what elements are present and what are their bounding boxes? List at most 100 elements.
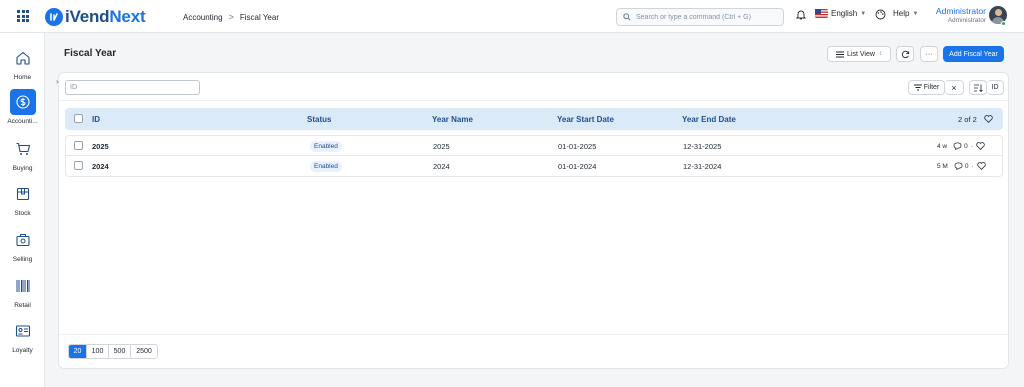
cell-id[interactable]: 2025: [92, 142, 109, 151]
cell-end-date: 12-31-2025: [683, 142, 722, 151]
select-all-checkbox[interactable]: [74, 114, 83, 123]
column-header-year-end-date[interactable]: Year End Date: [682, 115, 736, 124]
help-label: Help: [893, 9, 910, 18]
table-row[interactable]: 2024 Enabled 2024 01-01-2024 12-31-2024 …: [65, 156, 1003, 177]
breadcrumb-current[interactable]: Fiscal Year: [240, 13, 279, 22]
sidebar-item-stock[interactable]: Stock: [0, 181, 45, 217]
footer-divider: [59, 334, 1008, 335]
top-navbar: iVendNext Accounting > Fiscal Year Engli…: [0, 0, 1024, 33]
sort-order-button[interactable]: [969, 80, 987, 95]
sidebar-item-selling[interactable]: Selling: [0, 227, 45, 263]
column-header-status[interactable]: Status: [307, 115, 331, 124]
table-row[interactable]: 2025 Enabled 2025 01-01-2025 12-31-2025 …: [65, 135, 1003, 156]
comment-count: 0: [964, 142, 968, 150]
status-badge: Enabled: [310, 161, 342, 172]
page-size-500[interactable]: 500: [109, 345, 131, 358]
user-menu[interactable]: Administrator Administrator: [930, 6, 986, 24]
logo-text: iVendNext: [65, 7, 146, 26]
page-size-20[interactable]: 20: [69, 345, 87, 358]
modified-age: 5 M: [937, 162, 948, 170]
theme-palette-icon[interactable]: [875, 9, 886, 20]
column-header-id[interactable]: ID: [92, 115, 100, 124]
dollar-icon: [9, 89, 36, 115]
refresh-button[interactable]: [896, 46, 914, 62]
sidebar-item-retail[interactable]: Retail: [0, 273, 45, 309]
list-icon: [836, 51, 845, 57]
sidebar-item-label: Loyalty: [12, 347, 33, 354]
logo-mark-icon: [45, 8, 63, 26]
app-grid-icon[interactable]: [17, 10, 29, 22]
sidebar: Home Accounti... Buying Stock Selling Re…: [0, 33, 45, 387]
search-input[interactable]: [636, 13, 781, 21]
list-view-label: List View: [847, 50, 875, 58]
sidebar-item-label: Buying: [12, 165, 33, 172]
comment-icon[interactable]: [954, 162, 963, 170]
record-count: 2 of 2: [958, 115, 977, 124]
refresh-icon: [901, 50, 909, 58]
more-options-button[interactable]: ···: [920, 46, 938, 62]
comment-icon[interactable]: [953, 142, 962, 150]
barcode-icon: [10, 273, 36, 299]
home-icon: [10, 45, 36, 71]
sort-icon: [973, 84, 983, 92]
sidebar-item-loyalty[interactable]: Loyalty: [0, 318, 45, 354]
sidebar-toggle-chevron-icon[interactable]: ›: [56, 77, 59, 86]
page-size-100[interactable]: 100: [87, 345, 109, 358]
modified-age: 4 w: [937, 142, 948, 150]
filter-bar: › Filter × ID: [56, 73, 1008, 101]
row-checkbox[interactable]: [74, 141, 83, 150]
sidebar-item-label: Selling: [12, 256, 33, 263]
list-card: › Filter × ID ID Status Year Name Year S…: [56, 72, 1009, 369]
language-selector[interactable]: English ▼: [815, 9, 866, 18]
row-meta: 4 w 0 ·: [937, 142, 985, 150]
heart-icon[interactable]: [976, 162, 986, 170]
heart-icon[interactable]: [976, 142, 985, 150]
clear-filter-button[interactable]: ×: [945, 80, 964, 95]
search-box: [616, 8, 784, 26]
user-name: Administrator: [935, 6, 986, 16]
cart-icon: [10, 136, 36, 162]
sort-field-button[interactable]: ID: [987, 80, 1004, 95]
cell-year-name: 2024: [433, 162, 450, 171]
filter-button[interactable]: Filter: [908, 80, 945, 95]
cell-start-date: 01-01-2025: [558, 142, 597, 151]
cell-year-name: 2025: [433, 142, 450, 151]
user-role: Administrator: [947, 17, 986, 24]
chevron-down-icon: ▼: [860, 10, 867, 17]
column-header-year-name[interactable]: Year Name: [432, 115, 473, 124]
heart-icon[interactable]: [984, 115, 993, 123]
id-filter-input[interactable]: [65, 80, 200, 95]
notifications-bell-icon[interactable]: [796, 9, 806, 20]
box-icon: [10, 181, 36, 207]
sidebar-item-home[interactable]: Home: [0, 45, 45, 81]
meta-separator: ·: [970, 142, 973, 150]
sidebar-item-accounting[interactable]: Accounti...: [0, 89, 45, 125]
sort-field-label: ID: [991, 84, 999, 91]
sidebar-item-label: Accounti...: [7, 118, 38, 125]
chevron-updown-icon: ↕: [878, 51, 882, 57]
sidebar-item-label: Retail: [14, 302, 31, 309]
comment-count: 0: [964, 162, 969, 170]
loyalty-card-icon: [10, 318, 36, 344]
breadcrumb-separator: >: [228, 12, 234, 22]
filter-icon: [913, 84, 922, 91]
online-status-dot: [1001, 21, 1006, 26]
page-size-2500[interactable]: 2500: [131, 345, 157, 358]
cell-id[interactable]: 2024: [92, 162, 109, 171]
status-badge: Enabled: [310, 141, 342, 152]
sidebar-item-buying[interactable]: Buying: [0, 136, 45, 172]
app-logo[interactable]: iVendNext: [45, 6, 146, 28]
sidebar-item-label: Home: [13, 74, 32, 81]
filter-label: Filter: [923, 84, 940, 91]
help-menu[interactable]: Help ▼: [893, 9, 918, 18]
column-header-year-start-date[interactable]: Year Start Date: [557, 115, 614, 124]
add-fiscal-year-label: Add Fiscal Year: [949, 50, 998, 58]
add-fiscal-year-button[interactable]: Add Fiscal Year: [943, 46, 1004, 62]
search-icon: [623, 13, 631, 21]
language-label: English: [831, 9, 858, 18]
row-checkbox[interactable]: [74, 161, 83, 170]
list-view-button[interactable]: List View ↕: [827, 46, 891, 62]
breadcrumb-parent[interactable]: Accounting: [183, 13, 223, 22]
meta-separator: ·: [971, 162, 974, 170]
cell-start-date: 01-01-2024: [558, 162, 597, 171]
